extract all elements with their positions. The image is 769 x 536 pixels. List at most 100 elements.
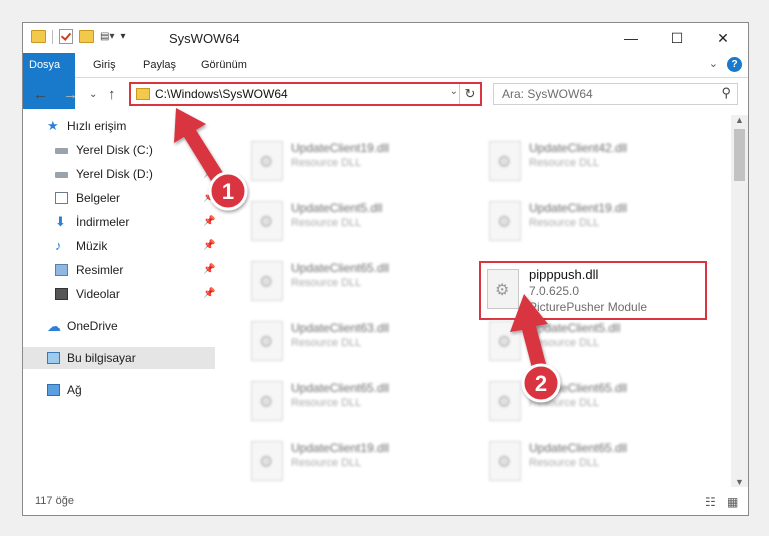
file-type: Resource DLL	[529, 337, 600, 349]
list-item[interactable]: UpdateClient65.dll Resource DLL	[241, 377, 461, 433]
list-item[interactable]: UpdateClient65.dll Resource DLL	[479, 437, 699, 485]
new-folder-icon[interactable]	[79, 30, 94, 43]
pin-icon[interactable]: 📌	[203, 187, 215, 209]
address-bar[interactable]: C:\Windows\SysWOW64 ⌄ ↻	[129, 82, 482, 106]
file-name: pipppush.dll	[529, 267, 599, 282]
scroll-thumb[interactable]	[734, 129, 745, 181]
file-name: UpdateClient65.dll	[529, 441, 628, 455]
dll-file-icon	[489, 381, 521, 421]
folder-icon	[31, 30, 46, 43]
list-item[interactable]: UpdateClient63.dll Resource DLL	[241, 317, 461, 373]
back-arrow-icon[interactable]: ←	[33, 86, 48, 103]
tab-home[interactable]: Giriş	[85, 53, 124, 77]
maximize-button[interactable]: ☐	[654, 23, 700, 53]
search-icon[interactable]: ⚲	[721, 85, 731, 101]
list-item-highlighted[interactable]: pipppush.dll 7.0.625.0 PicturePusher Mod…	[479, 261, 707, 320]
refresh-icon[interactable]: ↻	[459, 84, 480, 104]
computer-icon	[47, 352, 60, 364]
sidebar-item-label: Belgeler	[76, 191, 121, 205]
sidebar-item-this-pc[interactable]: Bu bilgisayar	[23, 347, 215, 369]
file-type: Resource DLL	[529, 397, 600, 409]
search-placeholder: Ara: SysWOW64	[502, 87, 593, 101]
file-name: UpdateClient19.dll	[529, 201, 628, 215]
file-name: UpdateClient65.dll	[529, 381, 628, 395]
sidebar-item-downloads[interactable]: ⬇ İndirmeler 📌	[23, 211, 215, 233]
file-name: UpdateClient5.dll	[529, 321, 621, 335]
list-item[interactable]: UpdateClient5.dll Resource DLL	[479, 317, 699, 373]
recent-locations-icon[interactable]: ⌄	[89, 89, 97, 100]
sidebar-item-pictures[interactable]: Resimler 📌	[23, 259, 215, 281]
dll-file-icon	[251, 321, 283, 361]
search-input[interactable]: Ara: SysWOW64 ⚲	[493, 83, 738, 105]
file-type: Resource DLL	[291, 397, 362, 409]
status-bar: 117 öğe ☷ ▦	[23, 489, 748, 515]
file-type: Resource DLL	[291, 457, 362, 469]
sidebar-item-local-disk-c[interactable]: Yerel Disk (C:)	[23, 139, 215, 161]
list-item[interactable]: UpdateClient19.dll Resource DLL	[241, 437, 461, 485]
list-item[interactable]: UpdateClient19.dll Resource DLL	[479, 197, 699, 253]
sidebar-item-onedrive[interactable]: ☁ OneDrive	[23, 315, 215, 337]
title-bar: ▤▾ ▾ SysWOW64 — ☐ ✕	[23, 23, 748, 53]
minimize-button[interactable]: —	[608, 23, 654, 53]
sidebar-item-quick-access[interactable]: ★ Hızlı erişim	[23, 115, 215, 137]
window-title: SysWOW64	[169, 31, 240, 46]
ribbon-expand-icon[interactable]: ⌄	[709, 57, 718, 70]
cloud-icon: ☁	[47, 318, 61, 334]
address-path[interactable]: C:\Windows\SysWOW64	[155, 87, 288, 101]
file-type: Resource DLL	[291, 157, 362, 169]
pin-icon[interactable]: 📌	[203, 259, 215, 281]
file-type: Resource DLL	[291, 337, 362, 349]
sidebar-item-music[interactable]: ♪ Müzik 📌	[23, 235, 215, 257]
ribbon-tabs: Dosya Giriş Paylaş Görünüm ⌄ ?	[23, 53, 748, 109]
details-view-icon[interactable]: ☷	[705, 495, 716, 509]
scroll-down-icon[interactable]: ▼	[731, 477, 748, 487]
file-name: UpdateClient19.dll	[291, 141, 390, 155]
list-item[interactable]: UpdateClient65.dll Resource DLL	[241, 257, 461, 313]
sidebar-item-label: Bu bilgisayar	[67, 351, 136, 365]
forward-arrow-icon[interactable]: →	[63, 86, 78, 103]
sidebar-item-label: Hızlı erişim	[67, 119, 127, 133]
pin-icon[interactable]: 📌	[203, 211, 215, 233]
pictures-icon	[55, 264, 68, 276]
dll-file-icon	[489, 201, 521, 241]
toolbar-dropdown-icon[interactable]: ▾	[120, 31, 125, 42]
sidebar-item-local-disk-d[interactable]: Yerel Disk (D:) 📌	[23, 163, 215, 185]
sidebar-item-label: Yerel Disk (D:)	[76, 167, 153, 181]
pin-icon[interactable]: 📌	[203, 235, 215, 257]
download-icon: ⬇	[55, 214, 66, 229]
close-button[interactable]: ✕	[700, 23, 746, 53]
customize-toolbar-icon[interactable]: ▤▾	[100, 31, 114, 42]
documents-icon	[55, 192, 68, 204]
scroll-up-icon[interactable]: ▲	[731, 115, 748, 125]
file-name: UpdateClient5.dll	[291, 201, 383, 215]
sidebar-item-documents[interactable]: Belgeler 📌	[23, 187, 215, 209]
tab-view[interactable]: Görünüm	[193, 53, 255, 77]
navigation-bar: ← → ⌄ ↑ C:\Windows\SysWOW64 ⌄ ↻ Ara: Sys…	[23, 79, 748, 111]
sidebar-item-label: Ağ	[67, 383, 82, 397]
file-description: PicturePusher Module	[529, 300, 648, 314]
dll-file-icon	[251, 441, 283, 481]
tab-share[interactable]: Paylaş	[135, 53, 184, 77]
sidebar-item-label: Videolar	[76, 287, 120, 301]
vertical-scrollbar[interactable]: ▲ ▼	[731, 115, 748, 487]
sidebar-item-label: İndirmeler	[76, 215, 130, 229]
list-item[interactable]: UpdateClient19.dll Resource DLL	[241, 137, 461, 193]
dll-file-icon	[251, 141, 283, 181]
pin-icon[interactable]: 📌	[203, 163, 215, 185]
pin-icon[interactable]: 📌	[203, 283, 215, 305]
list-item[interactable]: UpdateClient5.dll Resource DLL	[241, 197, 461, 253]
dll-file-icon	[489, 441, 521, 481]
up-arrow-icon[interactable]: ↑	[108, 86, 116, 103]
large-icons-view-icon[interactable]: ▦	[727, 495, 738, 509]
file-type: Resource DLL	[291, 217, 362, 229]
folder-icon	[136, 88, 150, 100]
address-dropdown-icon[interactable]: ⌄	[450, 86, 458, 97]
file-name: UpdateClient19.dll	[291, 441, 390, 455]
list-item[interactable]: UpdateClient65.dll Resource DLL	[479, 377, 699, 433]
sidebar-item-network[interactable]: Ağ	[23, 379, 215, 401]
properties-check-icon[interactable]	[59, 29, 73, 44]
disk-icon	[55, 172, 68, 178]
help-icon[interactable]: ?	[727, 57, 742, 72]
sidebar-item-videos[interactable]: Videolar 📌	[23, 283, 215, 305]
list-item[interactable]: UpdateClient42.dll Resource DLL	[479, 137, 699, 193]
